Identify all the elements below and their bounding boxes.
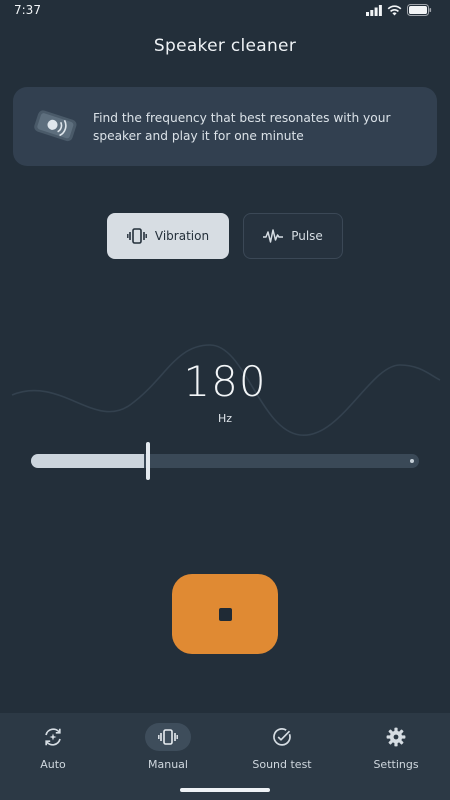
home-indicator — [180, 788, 270, 792]
status-icons — [366, 4, 432, 16]
status-bar: 7:37 — [0, 0, 450, 22]
info-card: Find the frequency that best resonates w… — [13, 87, 437, 166]
nav-item-manual[interactable]: Manual — [112, 713, 224, 783]
check-circle-icon — [273, 728, 291, 746]
page-title: Speaker cleaner — [153, 36, 297, 56]
nav-icon-wrap — [30, 723, 76, 751]
nav-label-auto: Auto — [40, 758, 66, 771]
slider-thumb[interactable] — [145, 442, 150, 480]
pulse-mode-button[interactable]: Pulse — [243, 213, 343, 259]
stop-button[interactable] — [172, 574, 278, 654]
frequency-unit: Hz — [217, 412, 233, 425]
signal-icon — [366, 4, 382, 16]
nav-label-manual: Manual — [148, 758, 188, 771]
nav-icon-wrap — [259, 723, 305, 751]
pulse-wave-icon — [263, 229, 284, 243]
nav-label-sound-test: Sound test — [252, 758, 312, 771]
frequency-slider[interactable] — [31, 442, 419, 480]
frequency-value: 180 — [183, 357, 267, 406]
nav-icon-wrap — [373, 723, 419, 751]
nav-item-settings[interactable]: Settings — [340, 713, 450, 783]
info-text: Find the frequency that best resonates w… — [93, 111, 391, 143]
vibration-icon — [127, 228, 147, 244]
phone-speaker-icon — [34, 110, 77, 142]
bottom-nav: Auto Manual Sound test Settings — [0, 713, 450, 800]
auto-refresh-icon — [45, 728, 61, 746]
nav-icon-wrap-active — [145, 723, 191, 751]
gear-icon — [386, 727, 406, 747]
battery-icon — [407, 4, 432, 16]
vibration-icon — [158, 729, 178, 745]
nav-label-settings: Settings — [373, 758, 419, 771]
vibration-mode-label: Vibration — [154, 229, 210, 243]
slider-fill — [31, 454, 144, 468]
slider-end-dot — [410, 459, 414, 463]
status-time: 7:37 — [14, 3, 41, 17]
stop-icon — [218, 607, 232, 621]
wifi-icon — [387, 4, 402, 15]
pulse-mode-label: Pulse — [291, 229, 323, 243]
nav-item-sound-test[interactable]: Sound test — [226, 713, 338, 783]
nav-item-auto[interactable]: Auto — [0, 713, 109, 783]
vibration-mode-button[interactable]: Vibration — [107, 213, 229, 259]
